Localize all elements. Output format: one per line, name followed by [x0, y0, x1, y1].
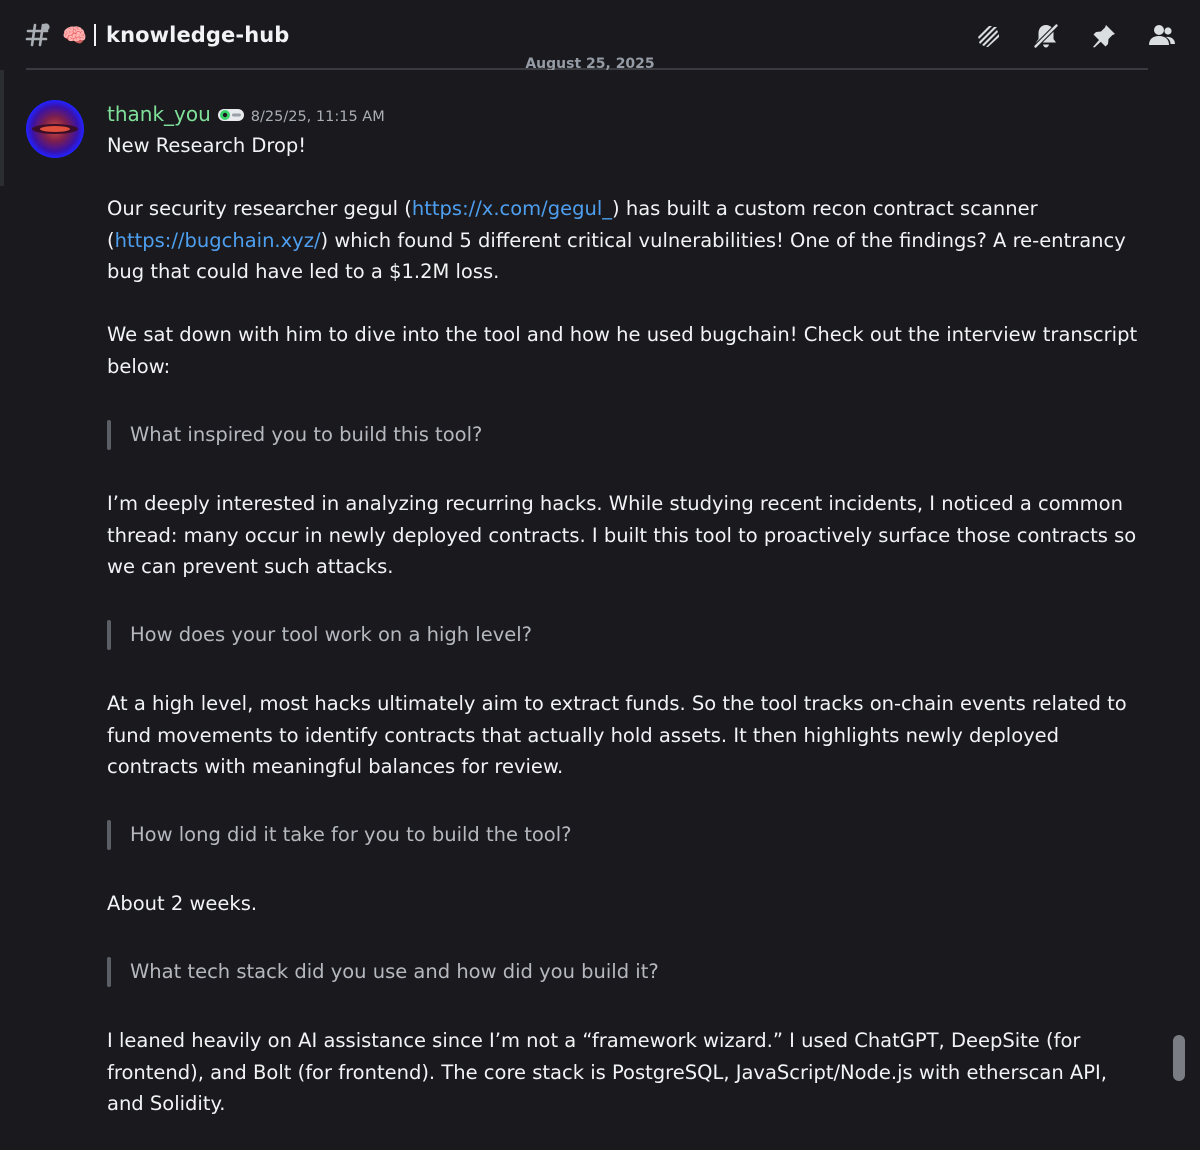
message-line: (https://bugchain.xyz/) which found 5 di…: [107, 228, 1126, 252]
twitter-link[interactable]: https://x.com/gegul_: [412, 197, 612, 220]
notification-muted-icon: [1033, 23, 1059, 49]
threads-icon: [978, 26, 999, 47]
message-line: bug that could have led to a $1.2M loss.: [107, 260, 500, 283]
threads-button[interactable]: [972, 20, 1004, 52]
answer-line: thread: many occur in newly deployed con…: [107, 523, 1137, 547]
interview-question: What inspired you to build this tool?: [130, 423, 483, 447]
channel-title: 🧠 knowledge-hub: [24, 18, 289, 52]
notification-settings-button[interactable]: [1030, 20, 1062, 52]
header-toolbar: [946, 20, 1178, 52]
message-line: We sat down with him to dive into the to…: [107, 323, 1138, 346]
message-header: thank_you 8/25/25, 11:15 AM: [107, 102, 385, 126]
blockquote: What inspired you to build this tool?: [107, 419, 482, 451]
answer-line: I leaned heavily on AI assistance since …: [107, 1029, 1081, 1052]
message-timestamp: 8/25/25, 11:15 AM: [250, 109, 385, 125]
answer-line: At a high level, most hacks ultimately a…: [107, 692, 1127, 715]
scrollbar-thumb[interactable]: [1173, 1035, 1185, 1081]
answer-line: frontend), and Bolt (for frontend). The …: [107, 1060, 1107, 1084]
answer-line: I’m deeply interested in analyzing recur…: [107, 492, 1123, 515]
channel-name: knowledge-hub: [106, 23, 290, 47]
answer-line: and Solidity.: [107, 1092, 226, 1115]
interview-question: How long did it take for you to build th…: [130, 823, 572, 847]
badge-icon: [217, 109, 244, 121]
interview-question: What tech stack did you use and how did …: [130, 960, 659, 984]
blockquote: How does your tool work on a high level?: [107, 619, 532, 651]
message-line: Our security researcher gegul (https://x…: [107, 197, 1038, 220]
pin-icon: [1093, 25, 1115, 48]
answer-line: we can prevent such attacks.: [107, 555, 394, 578]
author-username[interactable]: thank_you: [107, 102, 211, 126]
text-channel-icon: [25, 23, 50, 47]
pinned-messages-button[interactable]: [1088, 20, 1120, 52]
quote-bar: [107, 820, 111, 850]
answer-line: contracts with meaningful balances for r…: [107, 755, 564, 778]
blockquote: How long did it take for you to build th…: [107, 819, 571, 851]
title-separator: [94, 24, 96, 46]
blockquote: What tech stack did you use and how did …: [107, 956, 659, 988]
member-list-icon: [1149, 25, 1175, 45]
member-list-button[interactable]: [1146, 20, 1178, 52]
chat-window: 🧠 knowledge-hub August 25, 2025 thank_yo…: [0, 0, 1200, 1150]
answer-line: fund movements to identify contracts tha…: [107, 723, 1060, 747]
avatar[interactable]: [26, 100, 84, 158]
quote-bar: [107, 420, 111, 450]
bugchain-link[interactable]: https://bugchain.xyz/: [115, 229, 321, 252]
quote-bar: [107, 620, 111, 650]
answer-line: About 2 weeks.: [107, 892, 258, 915]
left-panel-edge: [0, 70, 4, 186]
quote-bar: [107, 957, 111, 987]
date-divider: August 25, 2025: [525, 56, 655, 70]
interview-question: How does your tool work on a high level?: [130, 623, 533, 647]
message-line: below:: [107, 354, 171, 378]
message-line: New Research Drop!: [107, 134, 307, 157]
brain-emoji-icon: 🧠: [62, 23, 87, 47]
